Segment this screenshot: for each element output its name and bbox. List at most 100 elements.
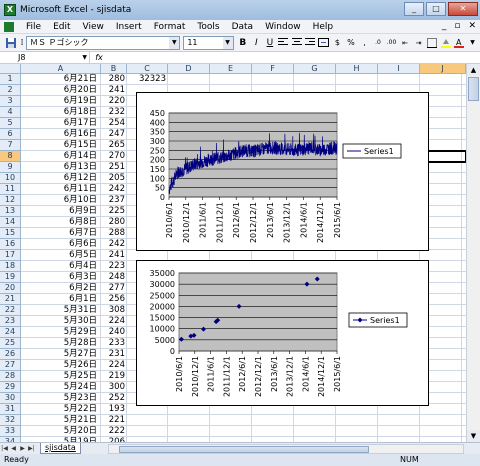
row-header[interactable]: 31 xyxy=(0,404,21,415)
cell-date[interactable]: 6月13日 xyxy=(21,162,97,172)
row-header[interactable]: 16 xyxy=(0,239,21,250)
cell-value[interactable]: 224 xyxy=(101,316,125,326)
increase-decimal-icon[interactable]: .0 xyxy=(372,36,385,50)
chevron-down-icon[interactable]: ▼ xyxy=(82,52,87,63)
row-header[interactable]: 6 xyxy=(0,129,21,140)
maximize-button[interactable]: □ xyxy=(426,2,446,16)
select-all-corner[interactable] xyxy=(0,64,21,74)
row-header[interactable]: 17 xyxy=(0,250,21,261)
cell-date[interactable]: 6月19日 xyxy=(21,96,97,106)
menu-data[interactable]: Data xyxy=(226,22,260,32)
cell-value[interactable]: 288 xyxy=(101,228,125,238)
cell-value[interactable]: 252 xyxy=(101,393,125,403)
column-header-h[interactable]: H xyxy=(336,64,378,74)
row-header[interactable]: 12 xyxy=(0,195,21,206)
increase-indent-icon[interactable]: ⇥ xyxy=(412,36,425,50)
row-header[interactable]: 15 xyxy=(0,228,21,239)
cell-date[interactable]: 6月11日 xyxy=(21,184,97,194)
cell-value[interactable]: 232 xyxy=(101,107,125,117)
column-header-b[interactable]: B xyxy=(101,64,127,74)
column-header-e[interactable]: E xyxy=(210,64,252,74)
row-header[interactable]: 32 xyxy=(0,415,21,426)
cell-date[interactable]: 5月25日 xyxy=(21,371,97,381)
scroll-up-icon[interactable]: ▲ xyxy=(467,64,480,76)
menu-tools[interactable]: Tools xyxy=(191,22,225,32)
cell-date[interactable]: 6月16日 xyxy=(21,129,97,139)
row-header[interactable]: 33 xyxy=(0,426,21,437)
cell-value[interactable]: 225 xyxy=(101,206,125,216)
align-left-icon[interactable] xyxy=(277,36,290,50)
cell-date[interactable]: 6月5日 xyxy=(21,250,97,260)
cell-value[interactable]: 233 xyxy=(101,338,125,348)
column-header-d[interactable]: D xyxy=(168,64,210,74)
cell-date[interactable]: 6月14日 xyxy=(21,151,97,161)
cell-date[interactable]: 5月23日 xyxy=(21,393,97,403)
doc-close-button[interactable]: ✕ xyxy=(468,21,476,31)
row-header[interactable]: 7 xyxy=(0,140,21,151)
scatter-chart[interactable]: 0 5000 10000 15000 20000 25000 30000 35000 2010/… xyxy=(136,260,429,406)
horizontal-scroll-thumb[interactable] xyxy=(119,446,369,453)
row-header[interactable]: 24 xyxy=(0,327,21,338)
scroll-down-icon[interactable]: ▼ xyxy=(467,430,480,442)
row-header[interactable]: 27 xyxy=(0,360,21,371)
cell-value[interactable]: 223 xyxy=(101,261,125,271)
decrease-indent-icon[interactable]: ⇤ xyxy=(399,36,412,50)
cell-date[interactable]: 6月3日 xyxy=(21,272,97,282)
cell-date[interactable]: 6月10日 xyxy=(21,195,97,205)
first-sheet-icon[interactable]: |◀ xyxy=(0,445,9,452)
menu-insert[interactable]: Insert xyxy=(110,22,148,32)
cell-value[interactable]: 241 xyxy=(101,85,125,95)
cell-value[interactable]: 241 xyxy=(101,250,125,260)
cell-date[interactable]: 5月20日 xyxy=(21,426,97,436)
decrease-decimal-icon[interactable]: .00 xyxy=(385,36,398,50)
cell-date[interactable]: 5月29日 xyxy=(21,327,97,337)
prev-sheet-icon[interactable]: ◀ xyxy=(9,445,18,452)
italic-button[interactable]: I xyxy=(250,36,263,50)
doc-minimize-button[interactable]: _ xyxy=(442,21,447,31)
cell-date[interactable]: 6月12日 xyxy=(21,173,97,183)
last-sheet-icon[interactable]: ▶| xyxy=(27,445,36,452)
font-name-select[interactable]: ＭＳ Ｐゴシック ▼ xyxy=(26,35,181,50)
align-right-icon[interactable] xyxy=(304,36,317,50)
row-header[interactable]: 23 xyxy=(0,316,21,327)
row-header[interactable]: 5 xyxy=(0,118,21,129)
cell-date[interactable]: 6月18日 xyxy=(21,107,97,117)
cell-date[interactable]: 6月20日 xyxy=(21,85,97,95)
cell-total[interactable]: 32323 xyxy=(127,74,166,84)
menu-help[interactable]: Help xyxy=(307,22,340,32)
row-header[interactable]: 21 xyxy=(0,294,21,305)
row-header[interactable]: 9 xyxy=(0,162,21,173)
save-icon[interactable] xyxy=(4,36,18,50)
fill-color-icon[interactable] xyxy=(439,36,452,50)
cell-value[interactable]: 224 xyxy=(101,360,125,370)
cell-value[interactable]: 222 xyxy=(101,426,125,436)
row-header[interactable]: 11 xyxy=(0,184,21,195)
chevron-down-icon[interactable]: ▼ xyxy=(222,36,233,49)
row-header[interactable]: 4 xyxy=(0,107,21,118)
cell-value[interactable]: 205 xyxy=(101,173,125,183)
comma-style-icon[interactable]: , xyxy=(358,36,371,50)
cell-value[interactable]: 231 xyxy=(101,349,125,359)
currency-icon[interactable]: $ xyxy=(331,36,344,50)
menu-view[interactable]: View xyxy=(77,22,110,32)
chevron-down-icon[interactable]: ▼ xyxy=(169,36,180,49)
cell-date[interactable]: 5月24日 xyxy=(21,382,97,392)
cell-date[interactable]: 6月2日 xyxy=(21,283,97,293)
row-header[interactable]: 30 xyxy=(0,393,21,404)
row-header[interactable]: 18 xyxy=(0,261,21,272)
row-header[interactable]: 28 xyxy=(0,371,21,382)
close-button[interactable]: ✕ xyxy=(448,2,478,16)
cell-value[interactable]: 270 xyxy=(101,151,125,161)
sheet-tab-sjisdata[interactable]: sjisdata xyxy=(40,443,81,454)
column-header-a[interactable]: A xyxy=(21,64,101,74)
cell-value[interactable]: 265 xyxy=(101,140,125,150)
horizontal-scrollbar[interactable] xyxy=(108,444,464,454)
column-header-f[interactable]: F xyxy=(252,64,294,74)
cell-value[interactable]: 242 xyxy=(101,239,125,249)
formula-input[interactable] xyxy=(108,52,480,64)
row-header[interactable]: 14 xyxy=(0,217,21,228)
cell-value[interactable]: 300 xyxy=(101,382,125,392)
row-header[interactable]: 2 xyxy=(0,85,21,96)
cell-date[interactable]: 6月15日 xyxy=(21,140,97,150)
bold-button[interactable]: B xyxy=(237,36,250,50)
